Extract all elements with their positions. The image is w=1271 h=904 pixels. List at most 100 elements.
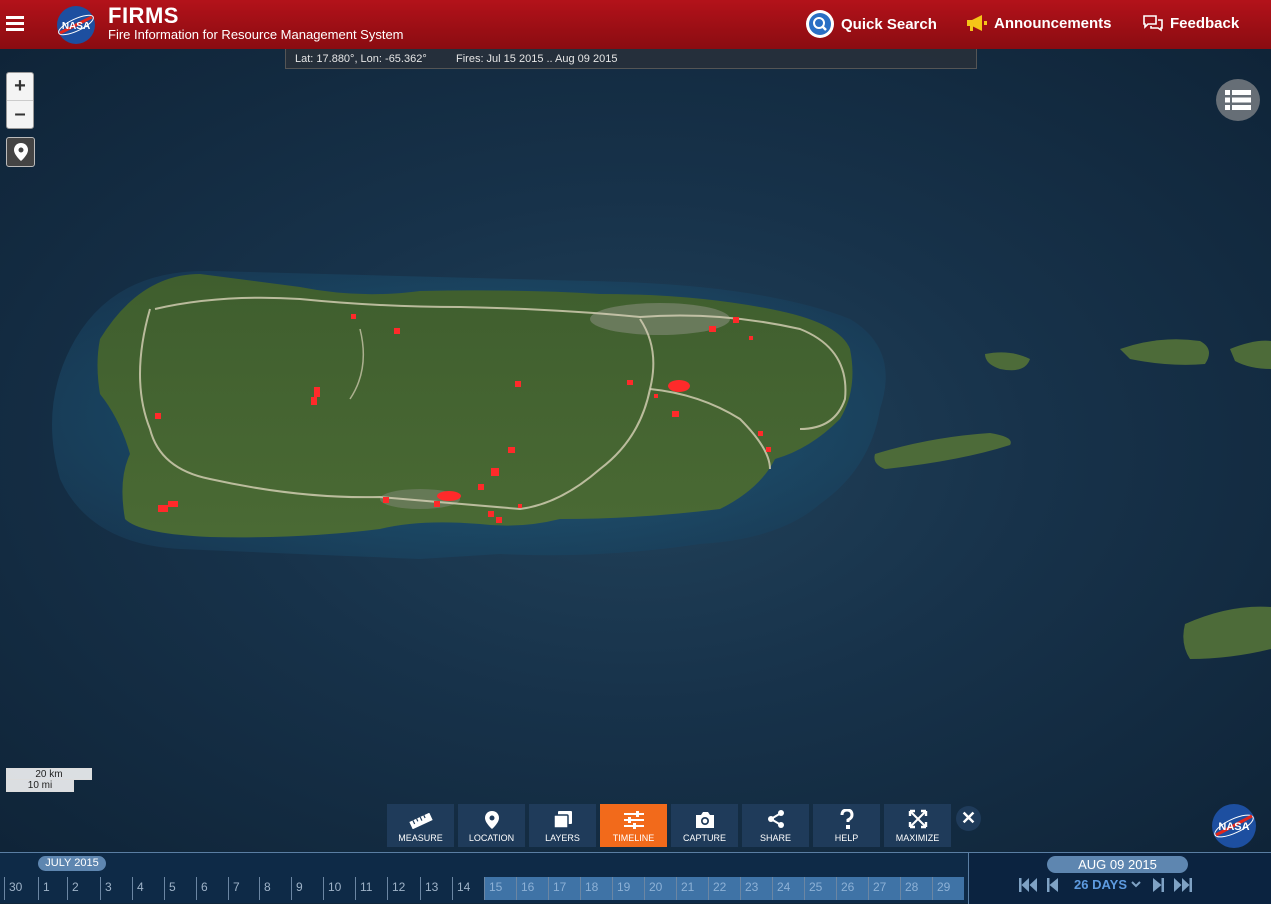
nasa-corner-logo-icon[interactable]: NASA	[1211, 803, 1257, 849]
step-forward-icon[interactable]	[1153, 877, 1164, 892]
skip-to-end-icon[interactable]	[1174, 877, 1192, 892]
map-toolbar: MEASURE LOCATION LAYERS TIMELINE CAPTURE…	[387, 804, 955, 847]
timeline-day[interactable]: 3	[100, 877, 132, 900]
chevron-down-icon[interactable]	[1131, 881, 1141, 888]
layers-label: LAYERS	[545, 833, 580, 843]
quick-search-button[interactable]: Quick Search	[805, 9, 937, 39]
timeline-day[interactable]: 22	[708, 877, 740, 900]
timeline-day[interactable]: 2	[67, 877, 99, 900]
timeline-day[interactable]: 30	[4, 877, 36, 900]
fire-point	[758, 431, 763, 436]
timeline-day[interactable]: 18	[580, 877, 612, 900]
current-date-label[interactable]: AUG 09 2015	[1047, 856, 1188, 873]
layers-button[interactable]: LAYERS	[529, 804, 596, 847]
fire-point	[518, 504, 522, 508]
timeline-day[interactable]: 8	[259, 877, 291, 900]
zoom-in-button[interactable]: +	[7, 73, 33, 101]
culebra-island	[985, 352, 1030, 371]
fire-point	[515, 381, 521, 387]
fire-point	[766, 447, 771, 452]
timeline-controls-panel: AUG 09 2015 26 DAYS	[968, 853, 1271, 904]
hamburger-menu-icon[interactable]	[6, 14, 24, 34]
chat-bubbles-icon	[1143, 15, 1163, 32]
fire-point	[168, 501, 178, 507]
step-back-icon[interactable]	[1047, 877, 1058, 892]
fire-point	[155, 413, 161, 419]
timeline-day[interactable]: 29	[932, 877, 964, 900]
nasa-corner-logo-text: NASA	[1218, 821, 1249, 833]
layer-list-button[interactable]	[1216, 79, 1260, 121]
map-pin-icon	[13, 143, 28, 161]
virgin-islands	[1230, 340, 1271, 369]
timeline-day[interactable]: 26	[836, 877, 868, 900]
timeline-day[interactable]: 17	[548, 877, 580, 900]
timeline-day[interactable]: 28	[900, 877, 932, 900]
nasa-logo-text: NASA	[62, 21, 90, 32]
maximize-icon	[908, 809, 927, 829]
help-button[interactable]: HELP	[813, 804, 880, 847]
timeline-day[interactable]: 7	[228, 877, 260, 900]
timeline-day[interactable]: 10	[323, 877, 355, 900]
zoom-out-button[interactable]: –	[7, 101, 33, 128]
locate-button[interactable]	[6, 137, 35, 167]
timeline-day[interactable]: 15	[484, 877, 516, 900]
timeline-day[interactable]: 4	[132, 877, 164, 900]
announcements-button[interactable]: Announcements	[966, 14, 1112, 32]
nasa-logo-icon[interactable]: NASA	[56, 5, 96, 45]
timeline-button[interactable]: TIMELINE	[600, 804, 667, 847]
fire-point	[434, 501, 440, 507]
timeline-day[interactable]: 9	[291, 877, 323, 900]
timeline-panel: JULY 2015 30 1 2 3 4 5 6 7 8 9 10 11 12 13 14 15 16 17 18 1…	[0, 852, 1271, 904]
zoom-control: + –	[6, 72, 34, 129]
app-header: NASA FIRMS Fire Information for Resource…	[0, 0, 1271, 49]
timeline-day[interactable]: 23	[740, 877, 772, 900]
map-pin-icon	[484, 811, 499, 829]
fire-point	[496, 517, 502, 523]
skip-to-start-icon[interactable]	[1019, 877, 1037, 892]
maximize-button[interactable]: MAXIMIZE	[884, 804, 951, 847]
time-range-value[interactable]: 26 DAYS	[1074, 877, 1127, 892]
timeline-day[interactable]: 27	[868, 877, 900, 900]
coordinate-readout: Lat: 17.880°, Lon: -65.362° Fires: Jul 1…	[285, 49, 977, 69]
timeline-day[interactable]: 6	[196, 877, 228, 900]
timeline-day[interactable]: 1	[38, 877, 70, 900]
camera-icon	[695, 812, 714, 828]
timeline-day[interactable]: 19	[612, 877, 644, 900]
feedback-button[interactable]: Feedback	[1142, 14, 1239, 32]
timeline-day[interactable]: 5	[164, 877, 196, 900]
timeline-day[interactable]: 14	[452, 877, 484, 900]
timeline-month-label[interactable]: JULY 2015	[38, 856, 106, 871]
share-button[interactable]: SHARE	[742, 804, 809, 847]
timeline-day[interactable]: 12	[387, 877, 419, 900]
fire-point	[491, 468, 499, 476]
timeline-controls: 26 DAYS	[1019, 877, 1192, 892]
timeline-label: TIMELINE	[612, 833, 655, 843]
app-subtitle: Fire Information for Resource Management…	[108, 27, 404, 42]
timeline-day[interactable]: 25	[804, 877, 836, 900]
satellite-map[interactable]: Lat: 17.880°, Lon: -65.362° Fires: Jul 1…	[0, 49, 1271, 852]
timeline-day[interactable]: 11	[355, 877, 387, 900]
timeline-day[interactable]: 24	[772, 877, 804, 900]
timeline-day[interactable]: 13	[420, 877, 452, 900]
fire-point	[488, 511, 494, 517]
timeline-day[interactable]: 16	[516, 877, 548, 900]
virgin-islands	[1120, 339, 1209, 365]
megaphone-icon	[967, 15, 987, 31]
capture-button[interactable]: CAPTURE	[671, 804, 738, 847]
timeline-day[interactable]: 21	[676, 877, 708, 900]
fire-point	[383, 497, 389, 503]
fire-point	[672, 411, 679, 417]
fire-point	[314, 387, 320, 397]
ruler-icon	[408, 813, 433, 829]
measure-button[interactable]: MEASURE	[387, 804, 454, 847]
timeline-day[interactable]: 20	[644, 877, 676, 900]
close-toolbar-button[interactable]: ✕	[956, 806, 981, 831]
help-label: HELP	[834, 833, 859, 843]
fire-point	[654, 394, 658, 398]
share-icon	[767, 810, 784, 828]
timeline-days[interactable]: 30 1 2 3 4 5 6 7 8 9 10 11 12 13 14 15 16 17 18 19 20 21 22 23 2…	[0, 877, 964, 900]
help-icon	[840, 809, 854, 829]
location-button[interactable]: LOCATION	[458, 804, 525, 847]
search-icon	[806, 10, 834, 38]
fire-point	[351, 314, 356, 319]
